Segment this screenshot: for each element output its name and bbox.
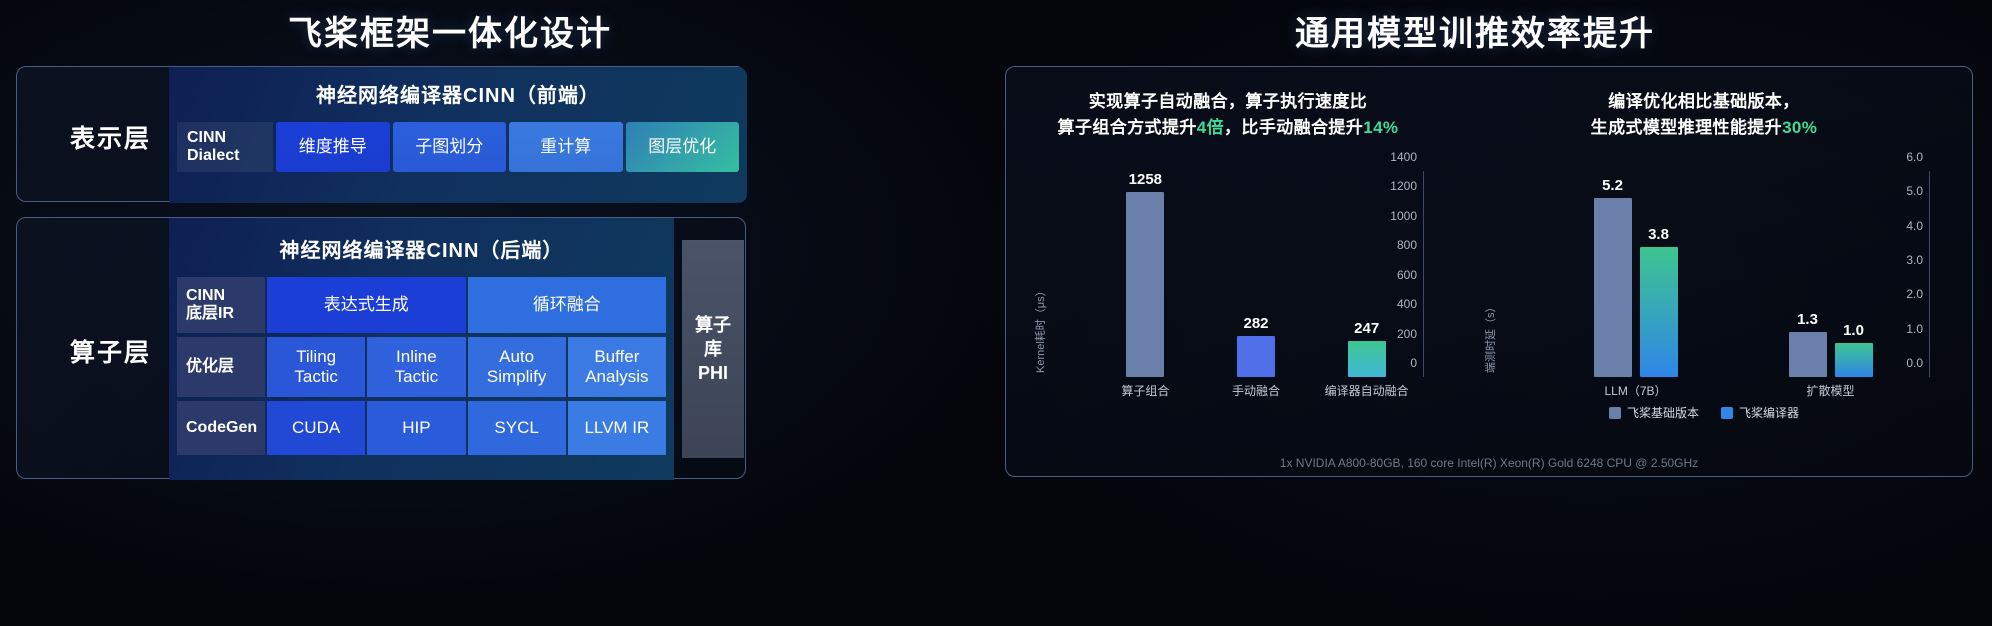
optimization-layer-label: 优化层 bbox=[177, 337, 265, 397]
cell-dimension-inference[interactable]: 维度推导 bbox=[276, 122, 390, 172]
bar[interactable] bbox=[1788, 332, 1827, 377]
cell-tiling-tactic[interactable]: Tiling Tactic bbox=[267, 337, 366, 397]
backend-row-codegen: CodeGen CUDA HIP SYCL LLVM IR bbox=[177, 401, 666, 455]
cell-llvm-ir[interactable]: LLVM IR bbox=[567, 401, 666, 455]
cinn-frontend-title: 神经网络编译器CINN（前端） bbox=[316, 85, 600, 107]
backend-row-ir: CINN 底层IR 表达式生成 循环融合 bbox=[177, 277, 666, 333]
cell-subgraph-partition[interactable]: 子图划分 bbox=[392, 122, 506, 172]
caption-accent-4x: 4倍 bbox=[1196, 118, 1225, 138]
bar-value-label: 5.2 bbox=[1602, 177, 1623, 195]
cinn-backend-title: 神经网络编译器CINN（后端） bbox=[279, 240, 564, 262]
phi-operator-library-box[interactable]: 算子 库 PHI bbox=[682, 240, 744, 458]
right-section-title: 通用模型训推效率提升 bbox=[1295, 15, 1655, 53]
inference-x-labels: LLM（7B） 扩散模型 bbox=[1538, 382, 1928, 399]
x-axis-label: 算子组合 bbox=[1121, 384, 1170, 398]
cell-hip[interactable]: HIP bbox=[367, 401, 466, 455]
left-section-title: 飞桨框架一体化设计 bbox=[288, 15, 612, 53]
bar-wrapper: 3.8 bbox=[1639, 171, 1678, 377]
bar[interactable] bbox=[1639, 246, 1678, 377]
inference-latency-chart: 编译优化相比基础版本， 生成式模型推理性能提升30% 端测时延（s） 0.0 1.… bbox=[1454, 67, 1954, 476]
cell-cuda[interactable]: CUDA bbox=[267, 401, 366, 455]
kernel-y-axis-title: Kernel耗时（μs） bbox=[1035, 285, 1047, 373]
bar-value-label: 1.0 bbox=[1843, 321, 1864, 339]
presentation-layer-panel: 表示层 神经网络编译器CINN（前端） CINN Dialect 维度推导 子图… bbox=[16, 66, 747, 203]
caption-accent-30pct: 30% bbox=[1782, 118, 1818, 138]
cinn-backend-stack: 神经网络编译器CINN（后端） CINN 底层IR 表达式生成 循环融合 优化层… bbox=[169, 218, 674, 480]
slide-canvas: 飞桨框架一体化设计 表示层 神经网络编译器CINN（前端） CINN Diale… bbox=[0, 0, 1992, 626]
y-axis-tick: 1400 bbox=[1390, 150, 1417, 164]
bar-group: 247 bbox=[1311, 171, 1422, 377]
cell-inline-tactic[interactable]: Inline Tactic bbox=[367, 337, 466, 397]
bar[interactable] bbox=[1593, 198, 1632, 377]
cinn-dialect-label: CINN Dialect bbox=[177, 122, 273, 172]
bar-group: 5.2 3.8 bbox=[1538, 171, 1733, 377]
inference-plot-area: 端测时延（s） 0.0 1.0 2.0 3.0 4.0 5.0 6.0 5.2 3.8 1.3 1… bbox=[1454, 150, 1954, 420]
cell-sycl[interactable]: SYCL bbox=[467, 401, 566, 455]
cell-graph-optimization[interactable]: 图层优化 bbox=[625, 122, 739, 172]
caption-line-1: 实现算子自动融合，算子执行速度比 bbox=[1088, 92, 1368, 111]
inference-chart-caption: 编译优化相比基础版本， 生成式模型推理性能提升30% bbox=[1454, 67, 1954, 142]
x-axis-label: 编译器自动融合 bbox=[1324, 384, 1409, 398]
legend-label: 飞桨基础版本 bbox=[1626, 406, 1699, 420]
bar-value-label: 3.8 bbox=[1648, 225, 1669, 243]
cell-recompute[interactable]: 重计算 bbox=[509, 122, 623, 172]
x-axis-label: LLM（7B） bbox=[1604, 384, 1667, 398]
x-axis-label: 扩散模型 bbox=[1806, 384, 1855, 398]
hardware-footnote: 1x NVIDIA A800-80GB, 160 core Intel(R) X… bbox=[1279, 456, 1699, 470]
codegen-label: CodeGen bbox=[177, 401, 265, 455]
charts-panel: 实现算子自动融合，算子执行速度比 算子组合方式提升4倍，比手动融合提升14% K… bbox=[1005, 66, 1973, 477]
kernel-bars: 1258 282 247 bbox=[1090, 171, 1422, 377]
kernel-x-labels: 算子组合 手动融合 编译器自动融合 bbox=[1090, 382, 1422, 399]
kernel-plot-area: Kernel耗时（μs） 0 200 400 600 800 1000 1200 1400 1… bbox=[1018, 150, 1438, 413]
caption-line-2-part-a: 算子组合方式提升 bbox=[1057, 118, 1197, 138]
bar[interactable] bbox=[1347, 340, 1386, 377]
bar-wrapper: 1.0 bbox=[1834, 171, 1873, 377]
operator-layer-panel: 算子层 神经网络编译器CINN（后端） CINN 底层IR 表达式生成 循环融合… bbox=[16, 217, 746, 480]
operator-layer-label: 算子层 bbox=[69, 339, 151, 367]
cinn-low-level-ir-label: CINN 底层IR bbox=[177, 277, 265, 333]
bar-group: 1258 bbox=[1090, 171, 1201, 377]
cell-buffer-analysis[interactable]: Buffer Analysis bbox=[567, 337, 666, 397]
inference-bars: 5.2 3.8 1.3 1.0 bbox=[1538, 171, 1928, 377]
cell-expression-generation[interactable]: 表达式生成 bbox=[267, 277, 466, 333]
caption-accent-14pct: 14% bbox=[1363, 118, 1399, 138]
caption-line-2-part-a: 生成式模型推理性能提升 bbox=[1590, 118, 1783, 138]
bar-wrapper: 5.2 bbox=[1593, 171, 1632, 377]
inference-y-axis-title: 端测时延（s） bbox=[1485, 301, 1497, 374]
cinn-frontend-stack: 神经网络编译器CINN（前端） CINN Dialect 维度推导 子图划分 重… bbox=[169, 67, 747, 203]
bar-value-label: 1.3 bbox=[1797, 311, 1818, 329]
backend-row-optimization: 优化层 Tiling Tactic Inline Tactic Auto Sim… bbox=[177, 337, 666, 397]
legend-item[interactable]: 飞桨编译器 bbox=[1721, 404, 1799, 421]
cell-loop-fusion[interactable]: 循环融合 bbox=[467, 277, 666, 333]
caption-line-2-part-b: ，比手动融合提升 bbox=[1224, 118, 1364, 138]
bar-value-label: 247 bbox=[1354, 319, 1380, 337]
legend-label: 飞桨编译器 bbox=[1739, 406, 1800, 420]
kernel-chart-caption: 实现算子自动融合，算子执行速度比 算子组合方式提升4倍，比手动融合提升14% bbox=[1018, 67, 1438, 142]
legend-item[interactable]: 飞桨基础版本 bbox=[1608, 404, 1699, 421]
legend-swatch bbox=[1608, 406, 1621, 419]
bar-group: 282 bbox=[1201, 171, 1312, 377]
caption-line-1: 编译优化相比基础版本， bbox=[1608, 92, 1800, 111]
bar-wrapper: 1.3 bbox=[1788, 171, 1827, 377]
x-axis-label: 手动融合 bbox=[1232, 384, 1281, 398]
y-axis-tick: 6.0 bbox=[1906, 150, 1923, 164]
bar-value-label: 1258 bbox=[1128, 170, 1163, 188]
frontend-cell-row: CINN Dialect 维度推导 子图划分 重计算 图层优化 bbox=[169, 122, 747, 172]
bar-group: 1.3 1.0 bbox=[1733, 171, 1928, 377]
cell-auto-simplify[interactable]: Auto Simplify bbox=[467, 337, 566, 397]
inference-legend: 飞桨基础版本 飞桨编译器 bbox=[1454, 404, 1954, 421]
bar-value-label: 282 bbox=[1243, 314, 1269, 332]
bar[interactable] bbox=[1126, 191, 1165, 377]
kernel-latency-chart: 实现算子自动融合，算子执行速度比 算子组合方式提升4倍，比手动融合提升14% K… bbox=[1018, 67, 1438, 476]
legend-swatch bbox=[1721, 406, 1733, 419]
presentation-layer-label: 表示层 bbox=[69, 125, 151, 153]
bar[interactable] bbox=[1834, 342, 1873, 377]
bar[interactable] bbox=[1237, 335, 1275, 377]
